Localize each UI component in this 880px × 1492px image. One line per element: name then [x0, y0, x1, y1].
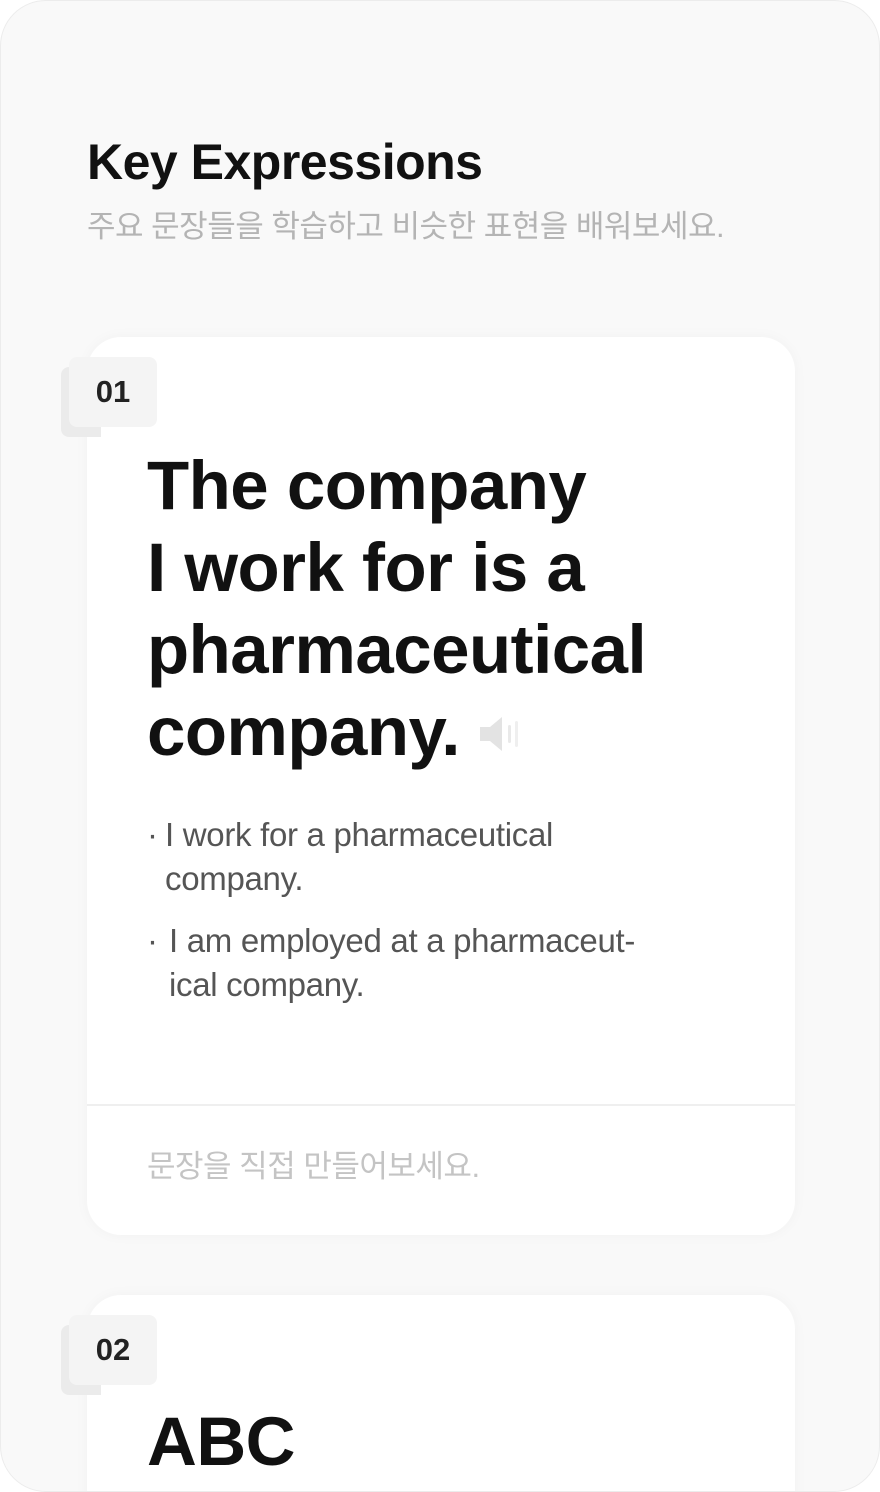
screen-frame: Key Expressions 주요 문장들을 학습하고 비슷한 표현을 배워보… [0, 0, 880, 1492]
key-sentence-line: pharmaceutical [147, 611, 647, 688]
similar-expression-line: I work for a pharmaceutical [165, 816, 554, 853]
page-title: Key Expressions [87, 134, 483, 190]
expression-number-badge: 02 [69, 1315, 157, 1385]
page-subtitle: 주요 문장들을 학습하고 비슷한 표현을 배워보세요. [87, 209, 725, 244]
similar-expression-line: I am employed at a pharmaceut- [169, 922, 636, 959]
expression-card-1: 01 The company I work for is a pharmaceuti… [61, 337, 795, 1235]
key-sentence-line: The company [147, 447, 587, 524]
sentence-input[interactable]: 문장을 직접 만들어보세요. [147, 1147, 480, 1187]
similar-expression-item: · I work for a pharmaceutical company. [147, 813, 707, 901]
speaker-icon[interactable] [478, 690, 522, 772]
card-divider [87, 1104, 795, 1106]
similar-expression-line: ical company. [169, 966, 365, 1003]
key-sentence-line: company. [147, 693, 460, 770]
expression-number-badge: 01 [69, 357, 157, 427]
key-sentence: The company I work for is a pharmaceutical… [147, 445, 747, 778]
bullet: · [147, 922, 158, 959]
similar-expression-item: · I am employed at a pharmaceut- ical co… [147, 919, 707, 1007]
similar-expressions-list: · I work for a pharmaceutical company. ·… [147, 813, 707, 1025]
expression-card-2: 02 ABC [61, 1295, 795, 1491]
key-sentence-line: ABC [147, 1403, 296, 1480]
key-sentence: ABC [147, 1401, 747, 1483]
similar-expression-line: company. [165, 860, 304, 897]
bullet: · [147, 816, 158, 853]
key-sentence-line: I work for is a [147, 529, 585, 606]
